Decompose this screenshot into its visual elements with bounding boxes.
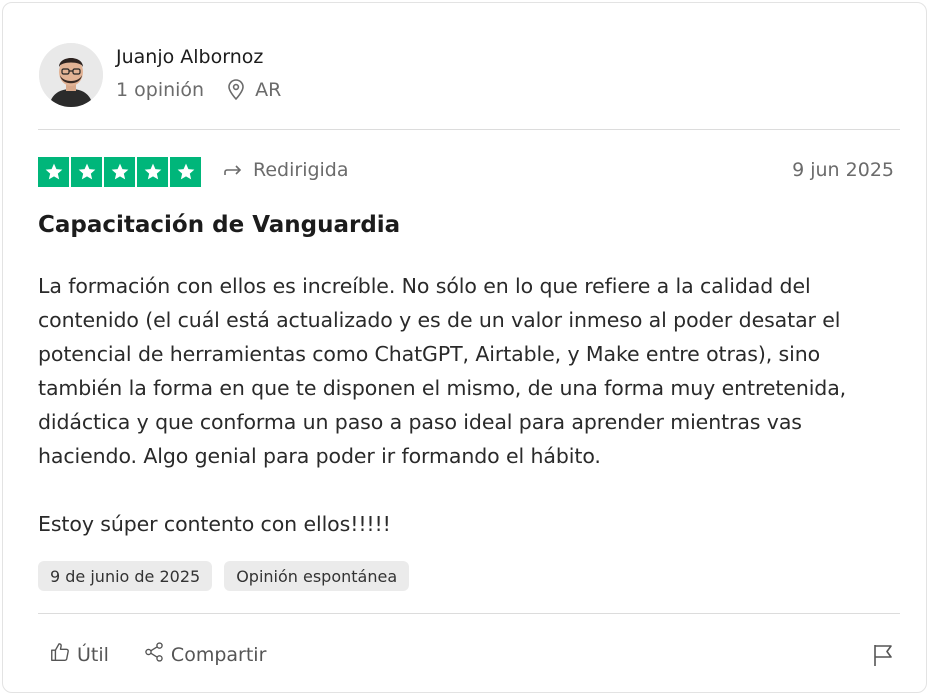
star-icon — [170, 157, 201, 187]
review-actions: Útil Compartir — [49, 641, 266, 668]
star-icon — [71, 157, 102, 187]
review-date: 9 jun 2025 — [792, 159, 894, 181]
location-pin-icon — [226, 79, 246, 101]
divider — [38, 129, 900, 130]
review-body: La formación con ellos es increíble. No … — [38, 274, 847, 536]
reviewer-country: AR — [255, 79, 282, 101]
thumbs-up-icon — [49, 641, 71, 668]
flag-icon — [872, 645, 894, 671]
useful-button[interactable]: Útil — [49, 641, 109, 668]
review-card: Juanjo Albornoz 1 opinión AR Redirigida … — [2, 2, 927, 693]
review-title[interactable]: Capacitación de Vanguardia — [38, 212, 400, 238]
reviewer-name[interactable]: Juanjo Albornoz — [116, 46, 263, 68]
review-tags: 9 de junio de 2025 Opinión espontánea — [38, 561, 410, 591]
useful-label: Útil — [77, 643, 109, 666]
redirected-status[interactable]: Redirigida — [223, 159, 349, 181]
reviews-count: 1 opinión — [116, 79, 205, 101]
star-icon — [104, 157, 135, 187]
spontaneous-review-tag[interactable]: Opinión espontánea — [224, 561, 410, 591]
share-label: Compartir — [170, 643, 267, 666]
star-rating — [38, 157, 201, 187]
status-label: Redirigida — [253, 159, 349, 181]
divider — [38, 613, 900, 614]
experience-date-tag: 9 de junio de 2025 — [38, 561, 213, 591]
share-icon — [143, 641, 165, 668]
share-button[interactable]: Compartir — [143, 641, 266, 668]
reviewer-meta: 1 opinión AR — [116, 79, 281, 101]
report-flag-button[interactable] — [872, 643, 894, 671]
redirect-arrow-icon — [223, 162, 243, 178]
star-icon — [137, 157, 168, 187]
avatar[interactable] — [39, 43, 103, 107]
star-icon — [38, 157, 69, 187]
